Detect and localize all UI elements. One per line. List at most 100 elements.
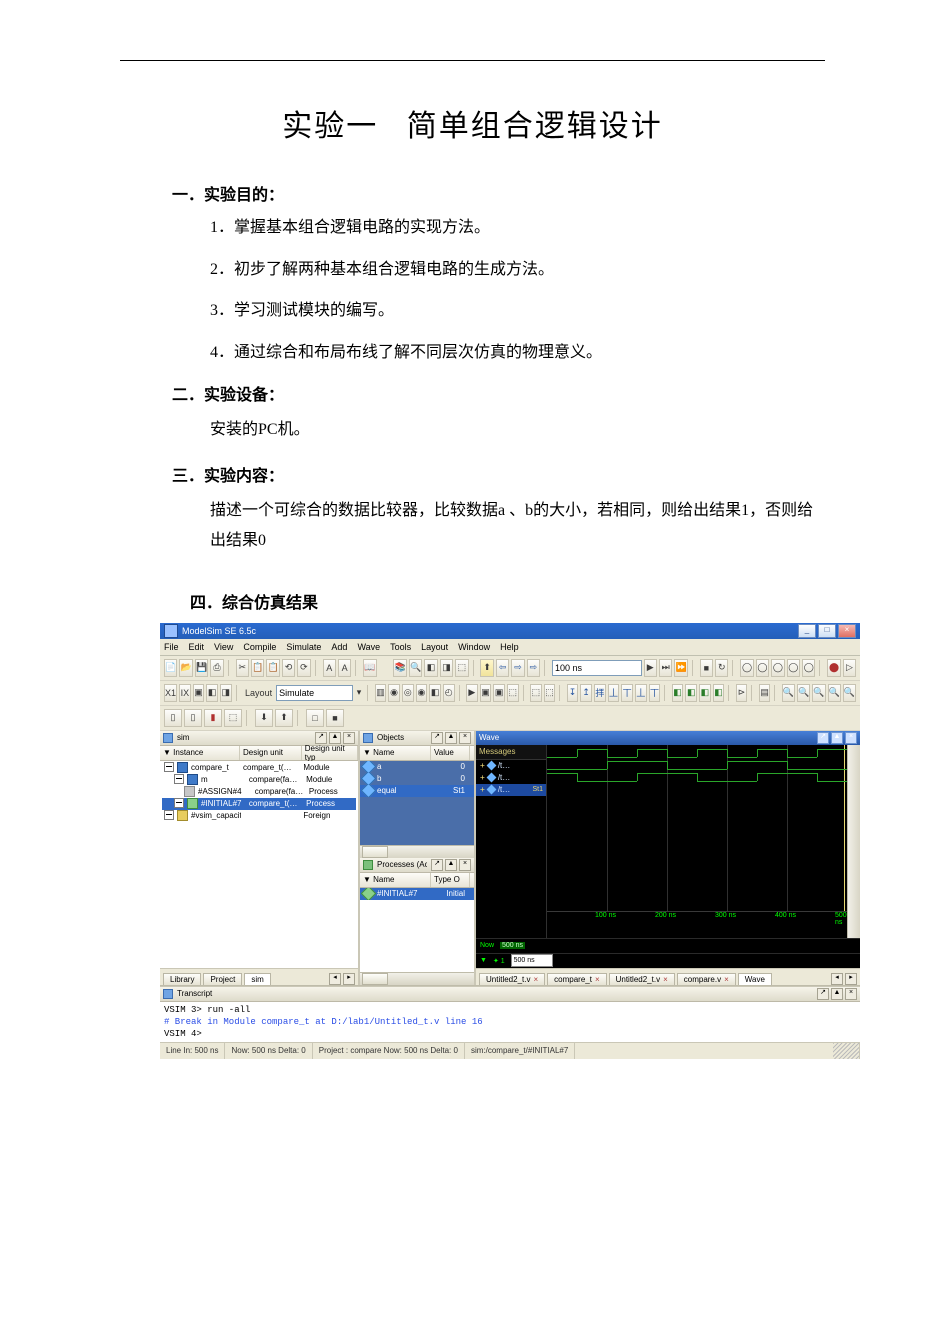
- tab-library[interactable]: Library: [163, 973, 201, 985]
- panel-pop-icon[interactable]: ↗: [817, 988, 829, 1000]
- wave-cursor-input[interactable]: [511, 954, 553, 967]
- tb2-edge-icon[interactable]: 丅: [621, 684, 633, 702]
- objects-panel-header[interactable]: Objects ↗ ▲ ×: [360, 731, 474, 746]
- tb2-icon[interactable]: ▶: [466, 684, 478, 702]
- tb2-sig-icon[interactable]: ◧: [685, 684, 697, 702]
- tb2-icon[interactable]: ◧: [206, 684, 218, 702]
- tb2-edge-icon[interactable]: 拝: [594, 684, 606, 702]
- tb2-zoom-icon[interactable]: 🔍: [843, 684, 856, 702]
- menu-wave[interactable]: Wave: [357, 642, 380, 652]
- tb2-edge-icon[interactable]: ↧: [567, 684, 579, 702]
- menu-simulate[interactable]: Simulate: [286, 642, 321, 652]
- col-name[interactable]: ▼ Name: [360, 746, 431, 760]
- sim-tree-row[interactable]: compare_tcompare_t(…Module: [162, 762, 356, 774]
- tb2-zoom-icon[interactable]: 🔍: [812, 684, 825, 702]
- tab-project[interactable]: Project: [203, 973, 242, 985]
- tb2-icon[interactable]: ◴: [443, 684, 455, 702]
- menu-help[interactable]: Help: [500, 642, 519, 652]
- transcript-prompt[interactable]: VSIM 4>: [164, 1028, 856, 1040]
- tb2-icon[interactable]: ◨: [220, 684, 232, 702]
- tb-open-icon[interactable]: 📂: [179, 659, 192, 677]
- panel-up-icon[interactable]: ▲: [445, 859, 457, 871]
- tb-paste-icon[interactable]: 📋: [266, 659, 279, 677]
- panel-close-icon[interactable]: ×: [845, 988, 857, 1000]
- tb-wave2-icon[interactable]: ◯: [756, 659, 769, 677]
- tb3-icon[interactable]: ▯: [164, 709, 182, 727]
- tb-continue-icon[interactable]: ⏩: [674, 659, 687, 677]
- sim-columns[interactable]: ▼ Instance Design unit Design unit typ: [160, 746, 358, 761]
- tabs-scroll-left-icon[interactable]: ◂: [329, 973, 341, 985]
- menu-window[interactable]: Window: [458, 642, 490, 652]
- tb-find-icon[interactable]: A: [323, 659, 336, 677]
- tb-zoom-icon[interactable]: 🔍: [409, 659, 422, 677]
- tb2-layout-select[interactable]: [276, 685, 353, 701]
- process-row[interactable]: #INITIAL#7 Initial: [360, 888, 474, 900]
- tb-stop-icon[interactable]: ⬤: [827, 659, 840, 677]
- tb2-icon[interactable]: X1: [164, 684, 177, 702]
- panel-up-icon[interactable]: ▲: [329, 732, 341, 744]
- processes-columns[interactable]: ▼ Name Type O: [360, 873, 474, 888]
- close-button[interactable]: ×: [838, 624, 856, 638]
- processes-list[interactable]: #INITIAL#7 Initial: [360, 888, 474, 972]
- panel-close-icon[interactable]: ×: [459, 732, 471, 744]
- menubar[interactable]: File Edit View Compile Simulate Add Wave…: [160, 639, 860, 656]
- tb-wave4-icon[interactable]: ◯: [787, 659, 800, 677]
- close-tab-icon[interactable]: ×: [724, 975, 729, 984]
- transcript-body[interactable]: VSIM 3> run -all # Break in Module compa…: [160, 1002, 860, 1042]
- tb-step-end-icon[interactable]: ⇨: [527, 659, 540, 677]
- maximize-button[interactable]: □: [818, 624, 836, 638]
- tb-restart-icon[interactable]: ↻: [715, 659, 728, 677]
- panel-close-icon[interactable]: ×: [343, 732, 355, 744]
- sim-tree-row[interactable]: #vsim_capacity#Foreign: [162, 810, 356, 822]
- tb-break-icon[interactable]: ■: [700, 659, 713, 677]
- panel-pop-icon[interactable]: ↗: [315, 732, 327, 744]
- tb-pane2-icon[interactable]: ◨: [440, 659, 453, 677]
- tb-redo-icon[interactable]: ⟳: [297, 659, 310, 677]
- menu-tools[interactable]: Tools: [390, 642, 411, 652]
- wave-plot[interactable]: 100 ns200 ns300 ns400 ns500 ns: [547, 745, 847, 938]
- tb-print-icon[interactable]: ⎙: [210, 659, 223, 677]
- objects-columns[interactable]: ▼ Name Value: [360, 746, 474, 761]
- wave-names-column[interactable]: Messages +/t… +/t… +/t…St1: [476, 745, 547, 938]
- wave-body[interactable]: Messages +/t… +/t… +/t…St1 100 ns200 ns3…: [476, 745, 860, 938]
- tb2-zoom-icon[interactable]: 🔍: [797, 684, 810, 702]
- tb-findnext-icon[interactable]: A: [338, 659, 351, 677]
- transcript-header[interactable]: Transcript ↗ ▲ ×: [160, 987, 860, 1002]
- tb2-sig-icon[interactable]: ◧: [699, 684, 711, 702]
- tb-cut-icon[interactable]: ✂: [236, 659, 249, 677]
- tb2-zoom-icon[interactable]: 🔍: [782, 684, 795, 702]
- object-row[interactable]: a0: [360, 761, 474, 773]
- tb-undo-icon[interactable]: ⟲: [282, 659, 295, 677]
- objects-hscroll[interactable]: [360, 845, 474, 858]
- tb-wave3-icon[interactable]: ◯: [771, 659, 784, 677]
- tabs-scroll-left-icon[interactable]: ◂: [831, 973, 843, 985]
- col-value[interactable]: Value: [431, 746, 470, 760]
- menu-view[interactable]: View: [214, 642, 233, 652]
- tb-run-time-input[interactable]: [552, 660, 642, 676]
- sim-tree-row[interactable]: #INITIAL#7compare_t(…Process: [162, 798, 356, 810]
- col-dutype[interactable]: Design unit typ: [302, 746, 358, 760]
- col-instance[interactable]: ▼ Instance: [160, 746, 240, 760]
- col-name[interactable]: ▼ Name: [360, 873, 431, 887]
- wave-vscroll[interactable]: [847, 745, 860, 938]
- tb-help-icon[interactable]: 📖: [363, 659, 376, 677]
- window-titlebar[interactable]: ModelSim SE 6.5c _ □ ×: [160, 623, 860, 639]
- sim-bottom-tabs[interactable]: Library Project sim ◂ ▸: [160, 968, 358, 985]
- tabs-scroll-right-icon[interactable]: ▸: [845, 973, 857, 985]
- tabs-scroll-right-icon[interactable]: ▸: [343, 973, 355, 985]
- tb3-icon[interactable]: ▯: [184, 709, 202, 727]
- object-row[interactable]: equalSt1: [360, 785, 474, 797]
- panel-up-icon[interactable]: ▲: [445, 732, 457, 744]
- expand-icon[interactable]: +: [480, 785, 485, 794]
- tb2-icon[interactable]: ▣: [493, 684, 505, 702]
- menu-edit[interactable]: Edit: [189, 642, 205, 652]
- tb2-icon[interactable]: ◉: [388, 684, 400, 702]
- tab-file1[interactable]: Untitled2_t.v×: [479, 973, 545, 985]
- tb-step-fwd-icon[interactable]: ⇨: [511, 659, 524, 677]
- tb-pane1-icon[interactable]: ◧: [424, 659, 437, 677]
- close-tab-icon[interactable]: ×: [533, 975, 538, 984]
- expand-icon[interactable]: +: [480, 761, 485, 770]
- object-row[interactable]: b0: [360, 773, 474, 785]
- tb2-icon[interactable]: ⬚: [530, 684, 542, 702]
- tb3-down-icon[interactable]: ⬇: [255, 709, 273, 727]
